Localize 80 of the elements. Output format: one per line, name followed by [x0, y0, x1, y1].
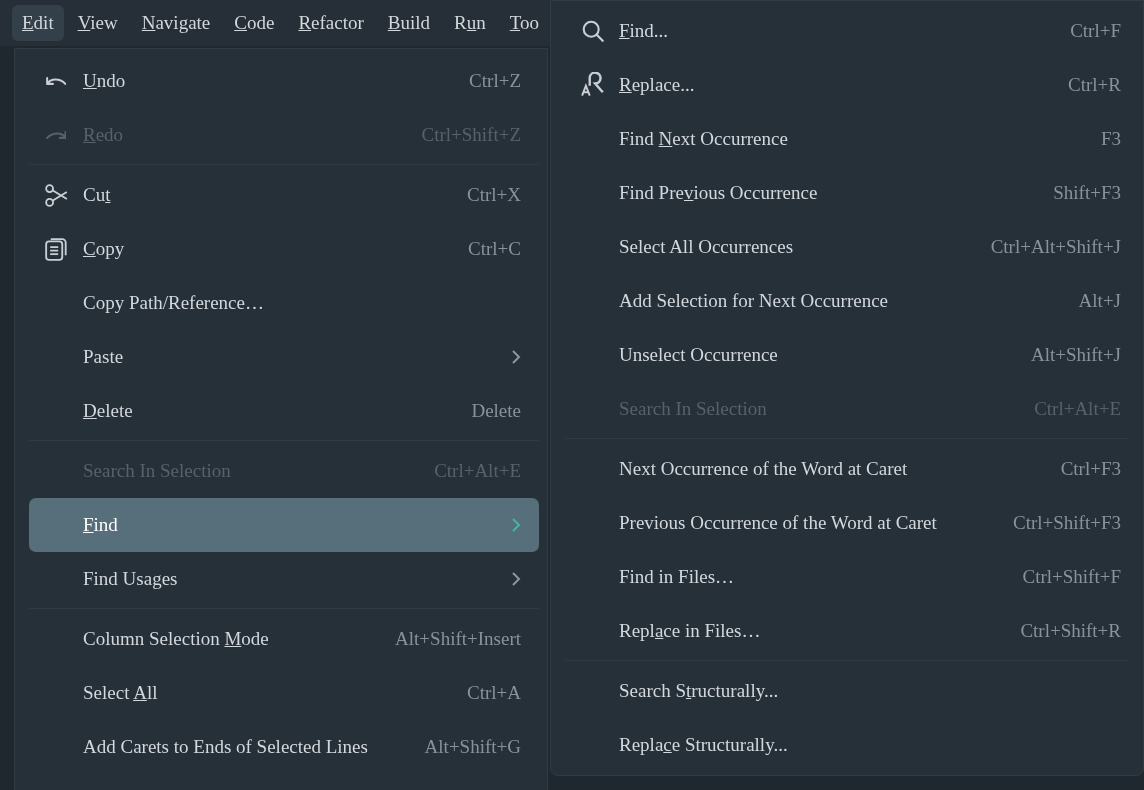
- menu-item-label: Paste: [83, 344, 124, 369]
- shortcut-label: Shift+F3: [1053, 180, 1121, 205]
- menu-item[interactable]: Copy Ctrl+C: [29, 222, 539, 276]
- menu-item-label: Replace in Files…: [619, 618, 761, 643]
- shortcut-label: Ctrl+A: [467, 680, 521, 705]
- menu-item-label: Find: [83, 512, 118, 537]
- menu-item-label: Next Occurrence of the Word at Caret: [619, 456, 908, 481]
- menu-item[interactable]: Find Usages: [29, 552, 539, 606]
- shortcut-label: Ctrl+F3: [1060, 456, 1121, 481]
- menu-item[interactable]: Column Selection Mode Alt+Shift+Insert: [29, 612, 539, 666]
- redo-icon: [45, 130, 67, 139]
- shortcut-label: Alt+Shift+Insert: [395, 626, 521, 651]
- menu-bar-item[interactable]: Edit: [12, 5, 64, 41]
- menu-item-label: Add Carets to Ends of Selected Lines: [83, 734, 368, 759]
- shortcut-label: Alt+J: [1078, 288, 1121, 313]
- shortcut-label: Ctrl+C: [468, 236, 521, 261]
- menu-item[interactable]: Replace in Files… Ctrl+Shift+R: [565, 604, 1129, 658]
- menu-item-label: Cut: [83, 182, 111, 207]
- shortcut-label: Delete: [471, 398, 521, 423]
- menu-item-label: Copy: [83, 236, 125, 261]
- menu-item[interactable]: Paste: [29, 330, 539, 384]
- shortcut-label: Ctrl+Shift+F3: [1013, 510, 1121, 535]
- menu-item-label: Previous Occurrence of the Word at Caret: [619, 510, 937, 535]
- menu-item[interactable]: Find: [29, 498, 539, 552]
- shortcut-label: F3: [1100, 126, 1121, 151]
- menu-item[interactable]: Find in Files… Ctrl+Shift+F: [565, 550, 1129, 604]
- menu-item-label: Unselect Occurrence: [619, 342, 778, 367]
- menu-bar-item[interactable]: Run: [444, 5, 496, 41]
- menu-item[interactable]: Find... Ctrl+F: [565, 4, 1129, 58]
- menu-item-label: Select All Occurrences: [619, 234, 794, 259]
- shortcut-label: Alt+Shift+G: [424, 734, 521, 759]
- menu-bar-item[interactable]: Too: [499, 5, 550, 41]
- menu-item-label: Select All: [83, 680, 158, 705]
- menu-item-label: Find Usages: [83, 566, 178, 591]
- search-icon: [581, 19, 605, 43]
- menu-item-label: Copy Path/Reference…: [83, 290, 264, 315]
- menu-item-label: Add Selection for Next Occurrence: [619, 288, 889, 313]
- menu-item[interactable]: Replace Structurally...: [565, 718, 1129, 772]
- menu-item[interactable]: Replace... Ctrl+R: [565, 58, 1129, 112]
- menu-item[interactable]: Copy Path/Reference…: [29, 276, 539, 330]
- menu-item[interactable]: Add Carets to Ends of Selected Lines Alt+Shift+G: [29, 720, 539, 774]
- replace-icon: [581, 72, 605, 98]
- menu-bar-item[interactable]: Navigate: [131, 5, 221, 41]
- menu-item[interactable]: Undo Ctrl+Z: [29, 54, 539, 108]
- menu-item[interactable]: Select All Occurrences Ctrl+Alt+Shift+J: [565, 220, 1129, 274]
- menu-bar-item[interactable]: View: [67, 5, 128, 41]
- menu-item[interactable]: Unselect Occurrence Alt+Shift+J: [565, 328, 1129, 382]
- menu-item-label: Find Next Occurrence: [619, 126, 788, 151]
- menu-bar-item[interactable]: Build: [377, 5, 441, 41]
- shortcut-label: Ctrl+R: [1068, 72, 1121, 97]
- menu-item-label: Delete: [83, 398, 133, 423]
- menu-item-label: Find...: [619, 18, 669, 43]
- menu-item[interactable]: Previous Occurrence of the Word at Caret Ctrl+Shift+F3: [565, 496, 1129, 550]
- shortcut-label: Ctrl+F: [1070, 18, 1121, 43]
- menu-item[interactable]: Find Previous Occurrence Shift+F3: [565, 166, 1129, 220]
- menu-bar-item[interactable]: Code: [224, 5, 285, 41]
- shortcut-label: Ctrl+Shift+R: [1020, 618, 1121, 643]
- menu-item[interactable]: Next Occurrence of the Word at Caret Ctrl+F3: [565, 442, 1129, 496]
- menu-item[interactable]: Cut Ctrl+X: [29, 168, 539, 222]
- menu-item-label: Replace Structurally...: [619, 732, 788, 757]
- menu-item-label: Replace...: [619, 72, 695, 97]
- shortcut-label: Ctrl+Z: [469, 68, 521, 93]
- menu-bar-item[interactable]: Refactor: [288, 5, 374, 41]
- menu-item[interactable]: Select All Ctrl+A: [29, 666, 539, 720]
- menu-item[interactable]: Search Structurally...: [565, 664, 1129, 718]
- shortcut-label: Alt+Shift+J: [1030, 342, 1121, 367]
- shortcut-label: Ctrl+X: [467, 182, 521, 207]
- undo-icon: [45, 76, 67, 85]
- menu-item-label: Search Structurally...: [619, 678, 779, 703]
- menu-item[interactable]: Add Selection for Next Occurrence Alt+J: [565, 274, 1129, 328]
- menu-item[interactable]: Find Next Occurrence F3: [565, 112, 1129, 166]
- menu-item-label: Find Previous Occurrence: [619, 180, 818, 205]
- menu-item-label: Column Selection Mode: [83, 626, 269, 651]
- menu-item-label: Find in Files…: [619, 564, 735, 589]
- shortcut-label: Ctrl+Shift+F: [1022, 564, 1121, 589]
- menu-item-label: Undo: [83, 68, 126, 93]
- scissors-icon: [44, 183, 68, 207]
- shortcut-label: Ctrl+Alt+Shift+J: [990, 234, 1121, 259]
- menu-item[interactable]: Delete Delete: [29, 384, 539, 438]
- copy-icon: [45, 237, 67, 261]
